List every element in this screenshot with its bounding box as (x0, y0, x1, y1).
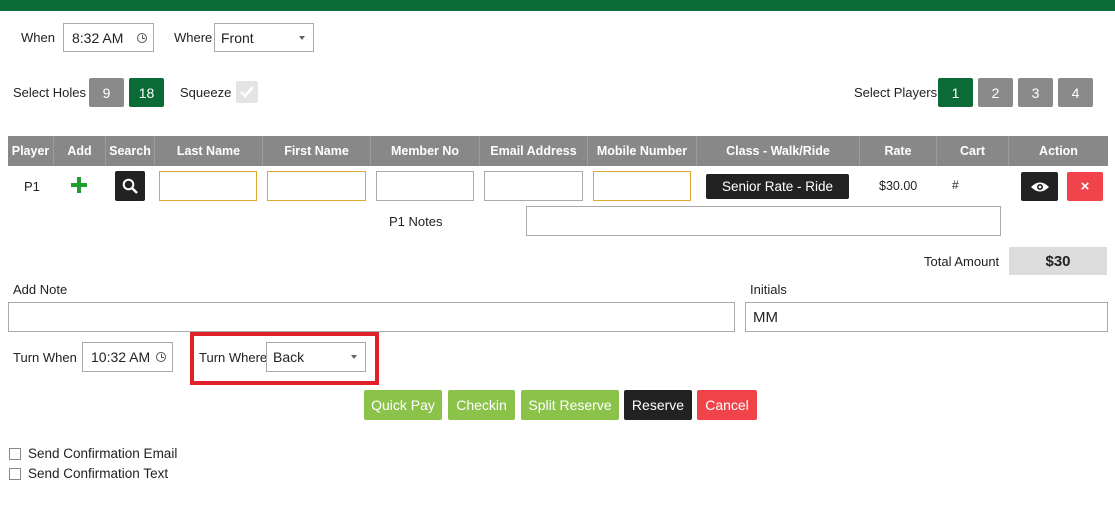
initials-value: MM (753, 308, 778, 326)
players-4-button[interactable]: 4 (1058, 78, 1093, 107)
players-table-header: Player Add Search Last Name First Name M… (8, 136, 1108, 166)
where-select[interactable]: Front (214, 23, 314, 52)
clock-icon (156, 352, 166, 362)
chevron-down-icon (351, 355, 357, 359)
where-select-value: Front (221, 29, 254, 46)
search-button[interactable] (115, 171, 145, 201)
send-email-checkbox[interactable] (9, 447, 21, 460)
initials-input[interactable]: MM (745, 302, 1108, 332)
turn-when-label: Turn When (13, 350, 77, 365)
send-text-checkbox[interactable] (9, 467, 21, 480)
column-header: Class - Walk/Ride (697, 136, 860, 166)
member-no-input[interactable] (376, 171, 474, 201)
chevron-down-icon (299, 35, 305, 40)
turn-when-time-input[interactable]: 10:32 AM (82, 342, 173, 372)
column-header: Mobile Number (588, 136, 697, 166)
column-header: Search (106, 136, 155, 166)
view-button[interactable] (1021, 172, 1058, 201)
add-note-input[interactable] (8, 302, 735, 332)
holes-18-button[interactable]: 18 (129, 78, 164, 107)
last-name-input[interactable] (159, 171, 257, 201)
turn-where-select-value: Back (273, 349, 305, 365)
turn-where-label: Turn Where (199, 350, 268, 365)
p1-notes-input[interactable] (526, 206, 1001, 236)
when-time-value: 8:32 AM (72, 29, 124, 46)
quick-pay-button[interactable]: Quick Pay (364, 390, 442, 420)
checkin-button[interactable]: Checkin (448, 390, 515, 420)
check-icon (240, 86, 254, 98)
select-holes-label: Select Holes (13, 85, 86, 100)
send-email-label: Send Confirmation Email (28, 446, 178, 461)
mobile-number-input[interactable] (593, 171, 691, 201)
clock-icon (137, 32, 147, 43)
column-header: Cart (937, 136, 1009, 166)
add-player-icon[interactable] (71, 177, 87, 193)
p1-notes-label: P1 Notes (389, 214, 443, 229)
when-label: When (21, 30, 55, 45)
turn-when-time-value: 10:32 AM (91, 349, 151, 365)
rate-value: $30.00 (879, 179, 918, 193)
column-header: Last Name (155, 136, 263, 166)
column-header: Add (54, 136, 106, 166)
cancel-button[interactable]: Cancel (697, 390, 757, 420)
when-time-input[interactable]: 8:32 AM (63, 23, 154, 52)
reserve-button[interactable]: Reserve (624, 390, 692, 420)
first-name-input[interactable] (267, 171, 366, 201)
holes-9-button[interactable]: 9 (89, 78, 124, 107)
send-text-label: Send Confirmation Text (28, 466, 169, 481)
squeeze-label: Squeeze (180, 85, 232, 100)
where-label: Where (174, 30, 213, 45)
column-header: First Name (263, 136, 371, 166)
player-label: P1 (24, 179, 40, 194)
email-address-input[interactable] (484, 171, 583, 201)
cart-value: # (952, 178, 959, 192)
eye-icon (1030, 182, 1049, 191)
total-amount-label: Total Amount (924, 254, 1000, 269)
players-2-button[interactable]: 2 (978, 78, 1013, 107)
search-icon (122, 178, 138, 194)
squeeze-checkbox[interactable] (236, 81, 258, 103)
column-header: Email Address (480, 136, 588, 166)
top-bar (0, 0, 1115, 11)
column-header: Member No (371, 136, 480, 166)
delete-player-button[interactable]: × (1067, 172, 1103, 201)
class-walk-ride-button[interactable]: Senior Rate - Ride (706, 174, 849, 199)
column-header: Action (1039, 144, 1078, 158)
players-1-button[interactable]: 1 (938, 78, 973, 107)
players-3-button[interactable]: 3 (1018, 78, 1053, 107)
select-players-label: Select Players (854, 85, 938, 100)
turn-where-select[interactable]: Back (266, 342, 366, 372)
send-confirmation-email-option[interactable]: Send Confirmation Email (9, 446, 177, 461)
column-header: Player (8, 136, 54, 166)
add-note-label: Add Note (13, 282, 68, 297)
send-confirmation-text-option[interactable]: Send Confirmation Text (9, 466, 168, 481)
total-amount-value: $30 (1009, 247, 1107, 275)
column-header: Rate (860, 136, 937, 166)
initials-label: Initials (750, 282, 787, 297)
split-reserve-button[interactable]: Split Reserve (521, 390, 619, 420)
